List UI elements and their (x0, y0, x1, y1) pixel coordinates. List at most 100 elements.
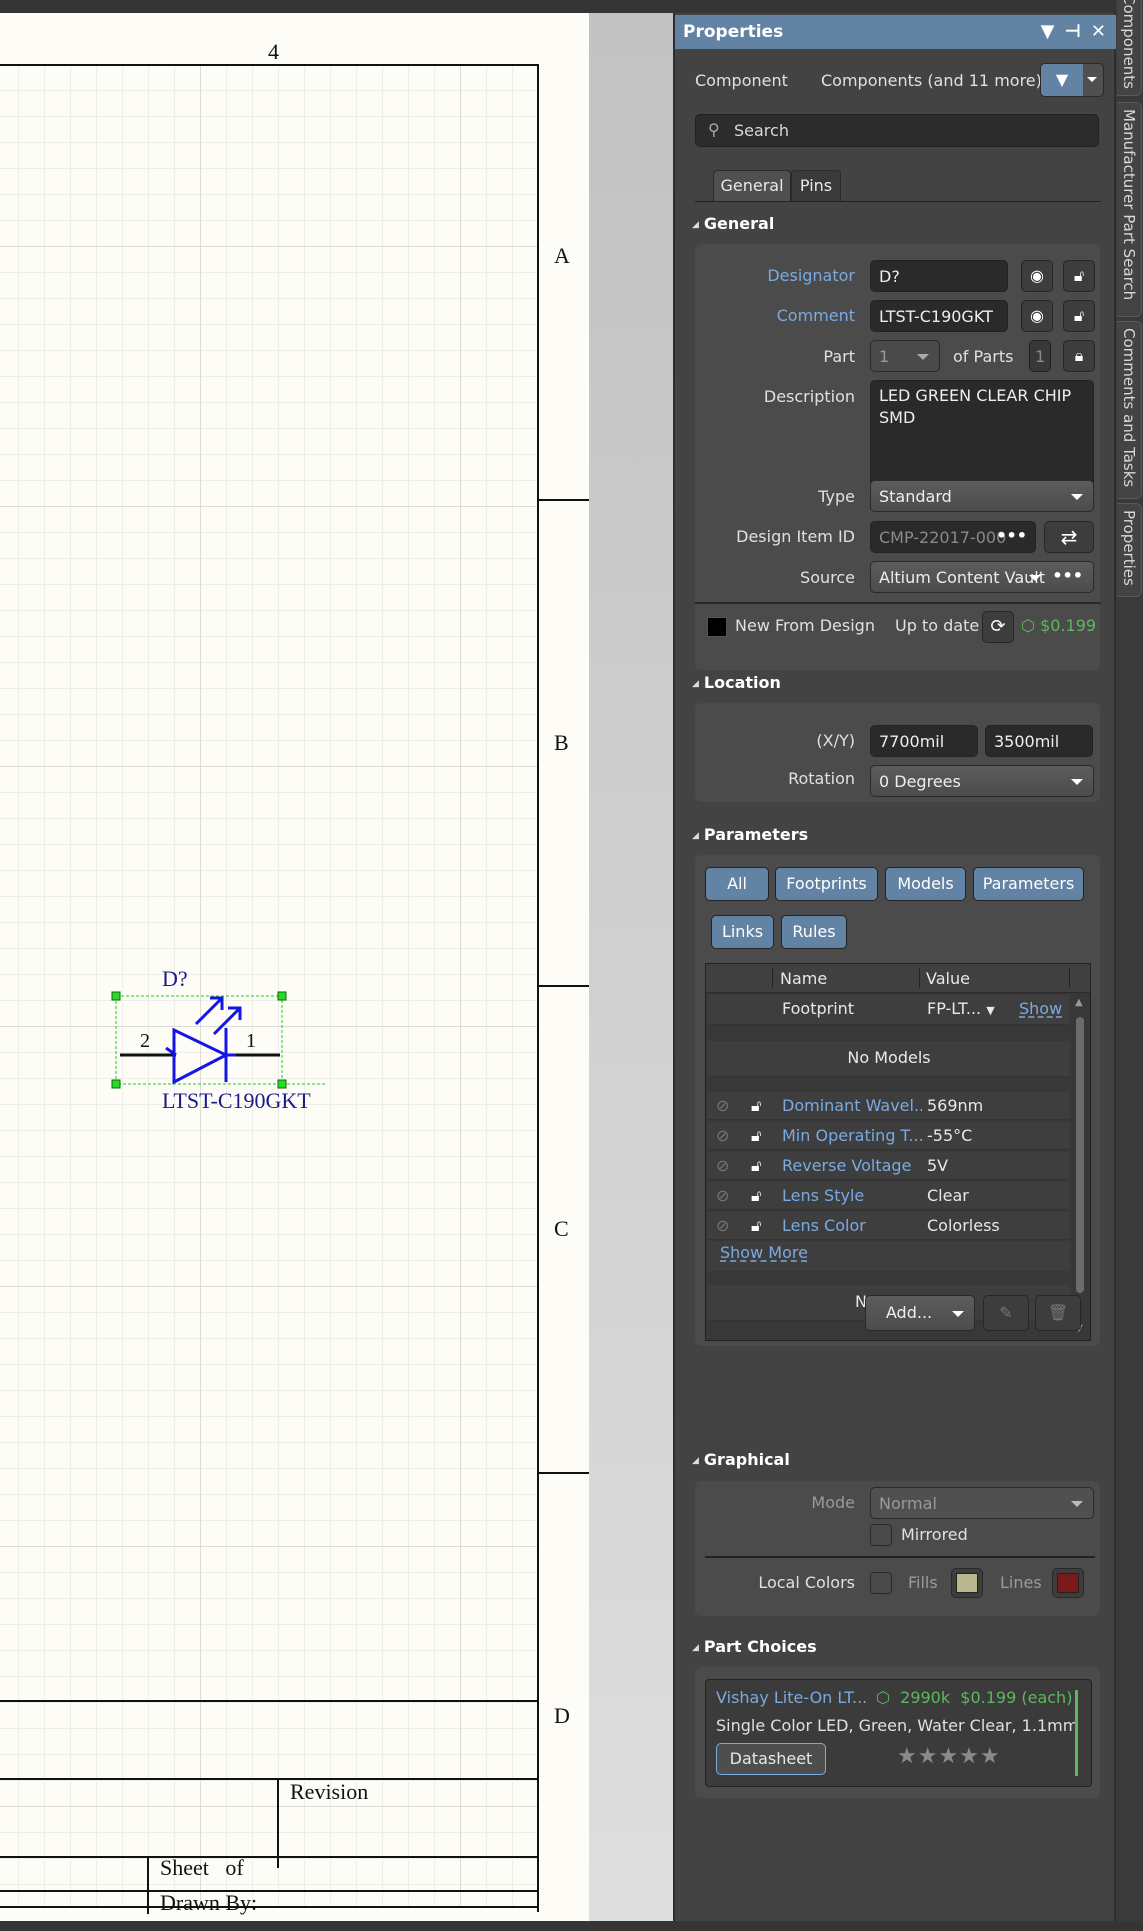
scroll-up-icon[interactable]: ▲ (1075, 997, 1083, 1008)
show-footprint-link[interactable]: Show (1019, 999, 1062, 1018)
design-item-id-input[interactable]: CMP-22017-000 ••• (870, 521, 1036, 553)
chevron-down-icon (1071, 1501, 1083, 1507)
show-more-link[interactable]: Show More (720, 1243, 808, 1262)
comment-text[interactable]: LTST-C190GKT (162, 1088, 311, 1114)
hidden-icon[interactable]: ⊘ (716, 1126, 729, 1145)
lock-toggle[interactable]: 🔓︎ (1063, 260, 1095, 292)
sheet-background (589, 13, 675, 1921)
section-location-header[interactable]: ◢ Location (692, 673, 781, 692)
section-general-header[interactable]: ◢ General (692, 214, 774, 233)
hidden-icon[interactable]: ⊘ (716, 1216, 729, 1235)
filter-parameters-button[interactable]: Parameters (973, 867, 1084, 901)
more-icon[interactable]: ••• (996, 526, 1027, 545)
side-tab-comments-and-tasks[interactable]: Comments and Tasks (1117, 321, 1142, 499)
designator-input[interactable]: D? (870, 260, 1008, 292)
description-input[interactable]: LED GREEN CLEAR CHIP SMD (870, 380, 1094, 486)
unlock-icon[interactable]: 🔓︎ (751, 1126, 761, 1146)
filter-rules-button[interactable]: Rules (781, 915, 847, 949)
mirrored-checkbox[interactable] (870, 1524, 892, 1546)
local-colors-checkbox[interactable] (870, 1572, 892, 1594)
table-row[interactable]: ⊘ 🔓︎ Lens Style Clear (708, 1182, 1070, 1210)
x-input[interactable]: 7700mil (870, 725, 978, 757)
column-header-value[interactable]: Value (926, 969, 970, 988)
comment-input[interactable]: LTST-C190GKT (870, 300, 1008, 332)
new-from-design-color-swatch[interactable] (707, 617, 727, 637)
scrollbar-thumb[interactable] (1076, 1017, 1084, 1293)
supplier-link[interactable]: Vishay Lite-On LT... (716, 1688, 867, 1707)
new-from-design-label: New From Design (735, 616, 875, 635)
section-part-choices-header[interactable]: ◢ Part Choices (692, 1637, 817, 1656)
hidden-icon[interactable]: ⊘ (716, 1186, 729, 1205)
unlock-icon[interactable]: 🔓︎ (751, 1186, 761, 1206)
led-component[interactable]: D? LTST-C190GKT 2 1 (100, 966, 340, 1118)
tab-pins[interactable]: Pins (791, 170, 841, 201)
pin-icon[interactable]: ⊣ (1064, 21, 1080, 42)
zone-letter-d: D (554, 1703, 570, 1728)
close-icon[interactable]: ✕ (1091, 21, 1106, 42)
xy-label: (X/Y) (816, 731, 855, 750)
hidden-icon[interactable]: ⊘ (716, 1096, 729, 1115)
design-item-id-label: Design Item ID (736, 527, 855, 546)
designator-text[interactable]: D? (162, 966, 188, 992)
edit-button[interactable]: ✎ (983, 1295, 1029, 1331)
filter-all-button[interactable]: All (705, 867, 769, 901)
y-input[interactable]: 3500mil (985, 725, 1093, 757)
column-header-name[interactable]: Name (780, 969, 827, 988)
rotation-select[interactable]: 0 Degrees (870, 765, 1094, 797)
schematic-sheet[interactable]: 4 A B C D Revision Sheet of Drawn By: D?… (0, 13, 589, 1921)
table-row[interactable]: ⊘ 🔓︎ Lens Color Colorless (708, 1212, 1070, 1240)
lock-toggle[interactable]: 🔒︎ (1063, 340, 1095, 372)
part-choice-card[interactable]: Vishay Lite-On LT... ⬡ 2990k $0.199 (eac… (705, 1679, 1092, 1787)
lines-label: Lines (1000, 1573, 1042, 1592)
footprint-value[interactable]: FP-LT... ▼ (927, 999, 995, 1018)
filter-icon: ▼ (1041, 64, 1083, 96)
part-label: Part (823, 347, 855, 366)
filter-footprints-button[interactable]: Footprints (775, 867, 878, 901)
mode-select[interactable]: Normal (870, 1487, 1094, 1519)
stock-price: ⬡ 2990k $0.199 (each) (876, 1688, 1073, 1707)
delete-button[interactable]: 🗑︎ (1035, 1295, 1081, 1331)
add-parameter-button[interactable]: Add... (865, 1295, 975, 1331)
parameters-table: Name Value Footprint FP-LT... ▼ Show No … (705, 963, 1091, 1341)
table-row[interactable]: ⊘ 🔓︎ Dominant Wavel... 569nm (708, 1092, 1070, 1120)
zone-divider (537, 985, 589, 987)
unlock-icon[interactable]: 🔓︎ (751, 1216, 761, 1236)
fills-color-swatch[interactable] (951, 1568, 983, 1598)
source-select[interactable]: Altium Content Vault ••• (870, 561, 1094, 593)
comment-label: Comment (776, 306, 855, 325)
visibility-toggle[interactable]: ◉ (1021, 300, 1053, 332)
type-select[interactable]: Standard (870, 480, 1094, 512)
section-parameters-header[interactable]: ◢ Parameters (692, 825, 808, 844)
chevron-down-icon (1071, 494, 1083, 500)
zone-divider (537, 1472, 589, 1474)
unlock-icon[interactable]: 🔓︎ (751, 1156, 761, 1176)
search-input[interactable]: ⚲ Search (695, 114, 1099, 147)
hidden-icon[interactable]: ⊘ (716, 1156, 729, 1175)
table-row[interactable]: ⊘ 🔓︎ Reverse Voltage 5V (708, 1152, 1070, 1180)
more-icon[interactable]: ••• (1052, 566, 1083, 585)
swap-button[interactable]: ⇄ (1044, 521, 1094, 553)
table-header: Name Value (706, 964, 1090, 993)
table-row[interactable]: ⊘ 🔓︎ Min Operating T... -55°C (708, 1122, 1070, 1150)
footprint-row[interactable]: Footprint FP-LT... ▼ Show (708, 995, 1070, 1025)
side-tab-manufacturer-part-search[interactable]: Manufacturer Part Search (1117, 102, 1142, 317)
designator-label: Designator (767, 266, 855, 285)
visibility-toggle[interactable]: ◉ (1021, 260, 1053, 292)
menu-icon[interactable]: ▼ (1041, 21, 1055, 42)
refresh-button[interactable]: ⟳ (982, 611, 1014, 643)
datasheet-button[interactable]: Datasheet (716, 1743, 826, 1775)
lines-color-swatch[interactable] (1052, 1568, 1084, 1598)
rating-stars[interactable]: ★★★★★ (897, 1744, 1001, 1769)
section-graphical-header[interactable]: ◢ Graphical (692, 1450, 790, 1469)
filter-models-button[interactable]: Models (885, 867, 966, 901)
filter-button[interactable]: ▼ (1040, 63, 1104, 97)
lock-toggle[interactable]: 🔓︎ (1063, 300, 1095, 332)
unlock-icon[interactable]: 🔓︎ (751, 1096, 761, 1116)
part-select[interactable]: 1 (870, 340, 940, 372)
chevron-down-icon (1029, 575, 1041, 581)
side-tab-properties[interactable]: Properties (1117, 503, 1142, 597)
tab-general[interactable]: General (713, 170, 791, 201)
side-tab-components[interactable]: Components (1117, 0, 1142, 96)
filter-links-button[interactable]: Links (711, 915, 774, 949)
scrollbar[interactable]: ▲ ▼ (1072, 995, 1088, 1339)
